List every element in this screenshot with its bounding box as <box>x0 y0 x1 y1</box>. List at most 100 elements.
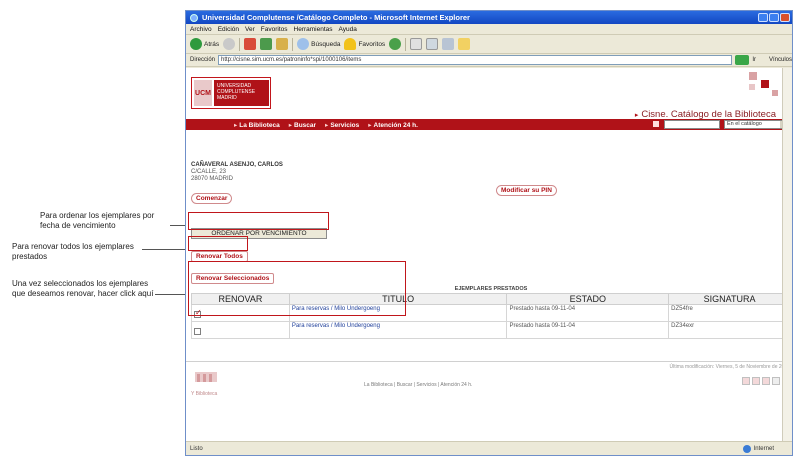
ucm-logo[interactable]: UCM UNIVERSIDAD COMPLUTENSE MADRID <box>191 77 271 109</box>
renew-cell <box>191 320 290 339</box>
arrow-right-icon: ▸ <box>634 112 639 119</box>
ie-icon <box>190 13 198 22</box>
edit-icon[interactable] <box>442 38 455 50</box>
back-label: Atrás <box>204 40 220 48</box>
annotation-line-renew-selected <box>155 294 188 295</box>
status-text: Listo <box>190 445 203 452</box>
print-icon[interactable] <box>752 377 760 385</box>
catalog-search-input[interactable] <box>664 120 720 129</box>
status-cell: Prestado hasta 09-11-04 <box>506 320 670 339</box>
window-title: Universidad Complutense /Catálogo Comple… <box>202 13 470 22</box>
links-label[interactable]: Vínculos <box>769 57 792 63</box>
nav-label: La Biblioteca <box>239 121 280 129</box>
zone-label: Internet <box>753 445 774 452</box>
title-link[interactable]: Para reservas / Milo Undergoeng <box>288 320 508 339</box>
ucm-logo-text: UNIVERSIDAD COMPLUTENSE MADRID <box>214 80 269 106</box>
nav-label: Atención 24 h. <box>373 121 418 129</box>
site-navbar: ▸ La Biblioteca ▸ Buscar ▸ Servicios ▸ Atenc… <box>186 119 792 130</box>
decorative-square <box>772 90 778 96</box>
nav-label: Buscar <box>294 121 317 129</box>
annotation-order: Para ordenar los ejemplares por fecha de… <box>40 211 155 230</box>
call-number-cell: DZ34exr <box>668 320 791 339</box>
annotation-renew-all: Para renovar todos los ejemplares presta… <box>12 242 134 261</box>
address-input[interactable]: http://cisne.sim.ucm.es/patroninfo*spi/1… <box>218 55 732 65</box>
nav-label: Servicios <box>330 121 360 129</box>
mail-icon[interactable] <box>762 377 770 385</box>
browser-window: Universidad Complutense /Catálogo Comple… <box>185 10 793 456</box>
nav-la-biblioteca[interactable]: ▸ La Biblioteca <box>234 121 280 129</box>
building-icon <box>195 372 217 382</box>
globe-icon <box>742 444 751 453</box>
toolbar-separator <box>405 37 407 51</box>
search-icon <box>297 38 310 50</box>
patron-address-line2: 28070 MADRID <box>191 176 234 182</box>
toolbar: Atrás Búsqueda Favoritos <box>186 35 792 54</box>
search-scope-select[interactable]: En el catálogo <box>724 120 788 129</box>
favorites-label: Favoritos <box>358 40 386 48</box>
folder-icon[interactable] <box>458 38 471 50</box>
nav-atencion[interactable]: ▸ Atención 24 h. <box>368 121 418 129</box>
annotation-line-renew-all <box>142 249 188 250</box>
maximize-button[interactable] <box>769 13 779 22</box>
patron-address-line1: C/CALLE, 23 <box>191 169 227 175</box>
annotation-renew-selected: Una vez seleccionados los ejemplares que… <box>12 279 154 298</box>
home-icon[interactable] <box>276 38 289 50</box>
highlight-renew-selected <box>188 261 406 316</box>
address-label: Dirección <box>190 57 216 63</box>
print-icon[interactable] <box>426 38 439 50</box>
minimize-button[interactable] <box>758 13 768 22</box>
back-button[interactable]: Atrás <box>190 38 219 50</box>
address-value: http://cisne.sim.ucm.es/patroninfo*spi/1… <box>221 57 362 63</box>
column-header-estado: ESTADO <box>506 292 670 305</box>
favorites-button[interactable]: Favoritos <box>344 38 385 50</box>
footer-logo: Y Biblioteca <box>191 368 231 397</box>
close-button[interactable] <box>780 13 790 22</box>
page-content: UCM UNIVERSIDAD COMPLUTENSE MADRID ▸ Cisn… <box>186 68 792 442</box>
patron-info: CAÑAVERAL ASENJO, CARLOS C/CALLE, 23 280… <box>191 162 283 183</box>
decorative-square <box>749 72 757 80</box>
status-cell: Prestado hasta 09-11-04 <box>506 303 670 322</box>
renew-checkbox[interactable] <box>194 327 201 335</box>
highlight-renew-all <box>188 236 248 251</box>
decorative-square <box>761 80 769 88</box>
menu-herramientas[interactable]: Herramientas <box>294 26 333 33</box>
help-icon[interactable] <box>772 377 780 385</box>
nav-buscar[interactable]: ▸ Buscar <box>289 121 316 129</box>
menu-bar: Archivo Edición Ver Favoritos Herramient… <box>186 24 792 35</box>
patron-name: CAÑAVERAL ASENJO, CARLOS <box>191 162 283 168</box>
call-number-cell: DZ54fre <box>668 303 791 322</box>
menu-ayuda[interactable]: Ayuda <box>339 26 357 33</box>
mail-icon[interactable] <box>410 38 423 50</box>
table-row: Para reservas / Milo Undergoeng Prestado… <box>191 320 791 339</box>
vertical-scrollbar[interactable] <box>782 68 792 442</box>
go-icon[interactable] <box>734 55 750 65</box>
toolbar-separator <box>292 37 294 51</box>
go-label[interactable]: Ir <box>752 57 756 63</box>
column-header-signatura: SIGNATURA <box>668 292 791 305</box>
history-icon[interactable] <box>389 38 402 50</box>
menu-ver[interactable]: Ver <box>245 26 255 33</box>
back-arrow-icon <box>190 38 202 50</box>
menu-favoritos[interactable]: Favoritos <box>261 26 288 33</box>
refresh-icon[interactable] <box>260 38 273 50</box>
highlight-order-button <box>188 212 329 230</box>
footer-links[interactable]: La Biblioteca | Buscar | Servicios | Ate… <box>364 382 472 388</box>
last-updated: Última modificación: Viernes, 5 de Novie… <box>669 364 790 370</box>
address-bar: Dirección http://cisne.sim.ucm.es/patron… <box>186 54 792 67</box>
forward-arrow-icon[interactable] <box>223 38 236 50</box>
modify-pin-button[interactable]: Modificar su PIN <box>496 185 557 196</box>
star-icon <box>344 38 357 50</box>
search-button[interactable]: Búsqueda <box>297 38 340 50</box>
footer-divider <box>186 361 792 362</box>
menu-edicion[interactable]: Edición <box>218 26 239 33</box>
security-zone: Internet <box>742 444 774 453</box>
toolbar-separator <box>239 37 241 51</box>
nav-servicios[interactable]: ▸ Servicios <box>325 121 359 129</box>
stop-icon[interactable] <box>244 38 257 50</box>
comenzar-button[interactable]: Comenzar <box>191 193 233 204</box>
font-size-icon[interactable] <box>742 377 750 385</box>
status-bar: Listo Internet <box>186 441 792 455</box>
title-bar: Universidad Complutense /Catálogo Comple… <box>186 11 792 24</box>
menu-archivo[interactable]: Archivo <box>190 26 212 33</box>
decorative-square <box>749 84 755 90</box>
